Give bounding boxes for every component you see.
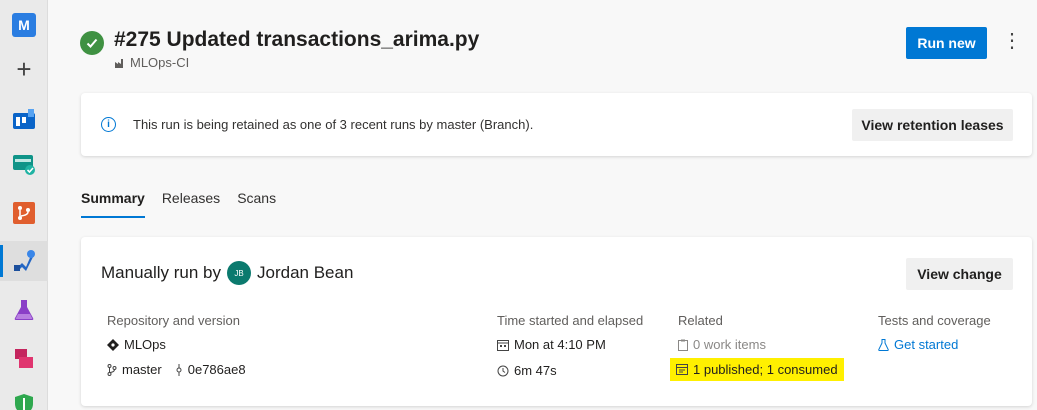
tab-scans[interactable]: Scans [237, 190, 276, 218]
repo-icon [107, 338, 119, 351]
tab-releases[interactable]: Releases [162, 190, 220, 218]
left-nav-rail: M + [0, 0, 48, 410]
org-button[interactable]: M [0, 5, 48, 45]
org-badge: M [12, 13, 36, 37]
elapsed-row: 6m 47s [497, 363, 557, 378]
pipelines-icon [14, 250, 35, 271]
view-retention-leases-button[interactable]: View retention leases [852, 109, 1013, 141]
shield-icon [15, 394, 33, 410]
branch-icon [107, 363, 117, 376]
flask-small-icon [878, 338, 889, 351]
nav-boards[interactable] [0, 99, 48, 139]
pipeline-icon [115, 58, 123, 68]
get-started-label: Get started [894, 337, 959, 352]
view-change-button[interactable]: View change [906, 258, 1013, 290]
elapsed-time: 6m 47s [514, 363, 557, 378]
nav-test-tasks[interactable] [0, 144, 48, 184]
flask-icon [14, 300, 34, 320]
related-heading: Related [678, 313, 723, 328]
nav-security[interactable] [0, 384, 48, 410]
nav-artifacts[interactable] [0, 338, 48, 378]
start-time: Mon at 4:10 PM [514, 337, 606, 352]
artifacts-summary: 1 published; 1 consumed [693, 362, 838, 377]
artifacts-row[interactable]: 1 published; 1 consumed [670, 358, 844, 381]
get-started-link[interactable]: Get started [878, 337, 958, 352]
clock-icon [497, 365, 509, 376]
pipeline-name: MLOps-CI [130, 55, 190, 70]
plus-icon: + [16, 54, 32, 84]
new-button[interactable]: + [0, 49, 48, 89]
info-icon: i [101, 117, 116, 132]
started-row: Mon at 4:10 PM [497, 337, 606, 352]
success-check-icon [80, 31, 104, 55]
run-title: #275 Updated transactions_arima.py [114, 28, 480, 51]
branch-row: master 0e786ae8 [107, 362, 246, 377]
retention-message: This run is being retained as one of 3 r… [133, 117, 534, 132]
clipboard-icon [678, 339, 688, 351]
nav-pipelines[interactable] [0, 241, 48, 281]
repository-heading: Repository and version [107, 313, 240, 328]
artifact-icon [676, 364, 688, 375]
run-tabs: Summary Releases Scans [81, 190, 276, 218]
tasks-icon [13, 155, 35, 175]
branch-name[interactable]: master [122, 362, 162, 377]
calendar-icon [497, 339, 509, 351]
repo-name: MLOps [124, 337, 166, 352]
run-new-button[interactable]: Run new [906, 27, 987, 59]
summary-card: Manually run by JB Jordan Bean View chan… [81, 237, 1032, 406]
time-heading: Time started and elapsed [497, 313, 644, 328]
repo-row[interactable]: MLOps [107, 337, 166, 352]
nav-test-plans[interactable] [0, 290, 48, 330]
tests-heading: Tests and coverage [878, 313, 991, 328]
run-trigger: Manually run by JB Jordan Bean [101, 261, 353, 285]
repos-icon [13, 202, 35, 224]
commit-hash[interactable]: 0e786ae8 [188, 362, 246, 377]
user-name[interactable]: Jordan Bean [257, 263, 353, 283]
nav-repos[interactable] [0, 193, 48, 233]
manually-run-label: Manually run by [101, 263, 222, 282]
boards-icon [13, 109, 35, 129]
retention-banner: i This run is being retained as one of 3… [81, 93, 1032, 156]
avatar: JB [227, 261, 252, 285]
artifacts-icon [15, 349, 33, 368]
work-items-row: 0 work items [678, 337, 766, 352]
tab-summary[interactable]: Summary [81, 190, 145, 218]
commit-icon [176, 363, 182, 376]
pipeline-link[interactable]: MLOps-CI [114, 55, 189, 70]
work-items-count: 0 work items [693, 337, 766, 352]
more-actions-icon[interactable]: ⋮ [1002, 30, 1022, 56]
